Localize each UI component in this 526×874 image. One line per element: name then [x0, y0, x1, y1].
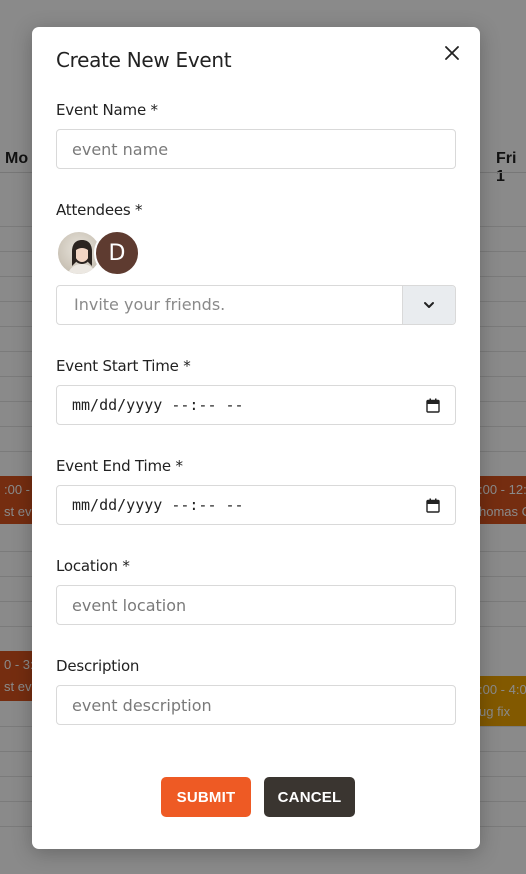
event-name-input[interactable] — [56, 129, 456, 169]
chevron-down-icon — [424, 302, 434, 308]
description-label: Description — [56, 657, 140, 675]
dropdown-toggle-button[interactable] — [402, 286, 455, 324]
calendar-icon[interactable] — [426, 498, 440, 513]
end-time-value: mm/dd/yyyy --:-- -- — [72, 496, 244, 514]
calendar-icon[interactable] — [426, 398, 440, 413]
modal-title: Create New Event — [56, 48, 232, 72]
invite-friends-select[interactable]: Invite your friends. — [56, 285, 456, 325]
description-input[interactable] — [56, 685, 456, 725]
cancel-button[interactable]: CANCEL — [264, 777, 355, 817]
event-name-label: Event Name * — [56, 101, 158, 119]
location-input[interactable] — [56, 585, 456, 625]
avatar[interactable]: D — [94, 230, 140, 276]
close-icon — [445, 46, 459, 60]
create-event-modal: Create New Event Event Name * Attendees … — [32, 27, 480, 849]
submit-button[interactable]: SUBMIT — [161, 777, 251, 817]
location-label: Location * — [56, 557, 130, 575]
end-time-input[interactable]: mm/dd/yyyy --:-- -- — [56, 485, 456, 525]
start-time-value: mm/dd/yyyy --:-- -- — [72, 396, 244, 414]
end-time-label: Event End Time * — [56, 457, 183, 475]
attendees-label: Attendees * — [56, 201, 143, 219]
close-button[interactable] — [440, 41, 464, 65]
start-time-label: Event Start Time * — [56, 357, 191, 375]
avatar-initial: D — [108, 240, 126, 266]
start-time-input[interactable]: mm/dd/yyyy --:-- -- — [56, 385, 456, 425]
attendee-avatars: D — [56, 230, 140, 276]
invite-friends-placeholder: Invite your friends. — [74, 295, 226, 314]
